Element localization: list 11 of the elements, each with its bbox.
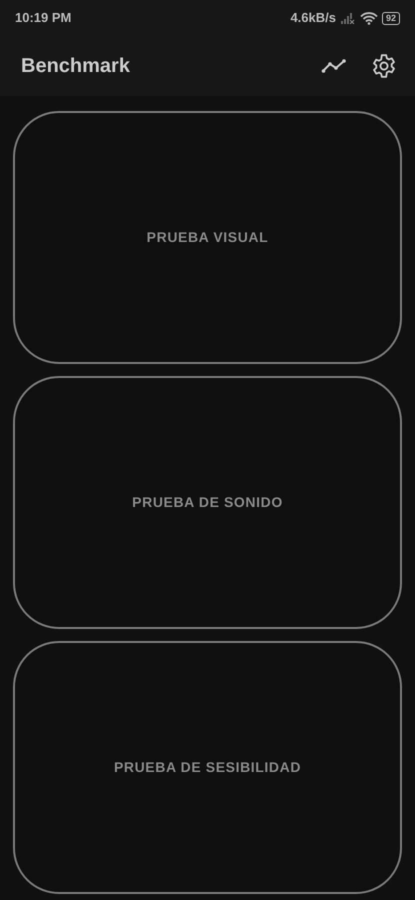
test-card-button[interactable]: PRUEBA DE SONIDO [13, 376, 402, 629]
status-time: 10:19 PM [15, 9, 72, 28]
line-chart-icon [321, 56, 347, 76]
test-card-button[interactable]: PRUEBA VISUAL [13, 111, 402, 364]
wifi-icon [360, 12, 378, 24]
network-speed: 4.6kB/s [290, 9, 336, 28]
signal-icon [340, 12, 356, 24]
app-title: Benchmark [21, 54, 130, 79]
settings-icon [371, 53, 397, 79]
test-card-button[interactable]: PRUEBA DE SESIBILIDAD [13, 641, 402, 894]
battery-indicator: 92 [382, 12, 400, 24]
